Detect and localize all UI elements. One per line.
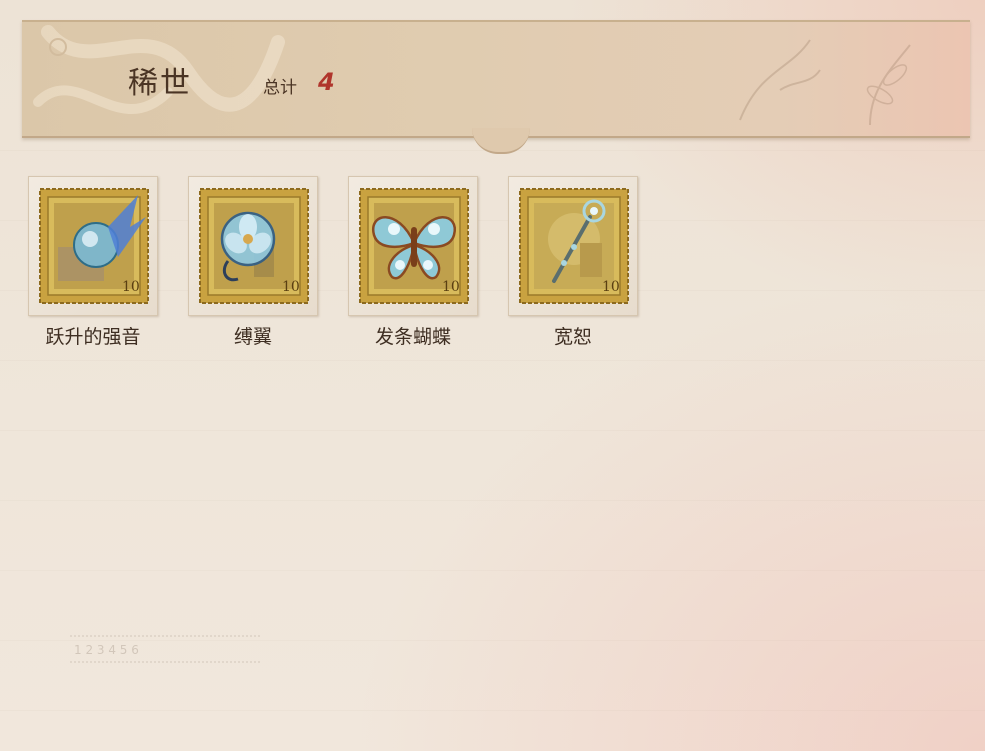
header-tab xyxy=(472,128,530,154)
total-label: 总计 xyxy=(263,78,297,98)
svg-text:10: 10 xyxy=(442,279,460,295)
puzzle-orb-icon: 10 xyxy=(39,188,149,304)
item-card[interactable]: 10 缚翼 xyxy=(188,176,318,348)
item-card[interactable]: 10 宽恕 xyxy=(508,176,638,348)
item-card[interactable]: 10 发条蝴蝶 xyxy=(348,176,478,348)
svg-text:10: 10 xyxy=(122,279,140,295)
item-card-frame: 10 xyxy=(188,176,318,316)
item-card-frame: 10 xyxy=(348,176,478,316)
svg-text:1 2 3 4 5 6: 1 2 3 4 5 6 xyxy=(74,643,139,657)
ruler-decoration: 1 2 3 4 5 6 xyxy=(70,635,260,663)
svg-text:10: 10 xyxy=(602,279,620,295)
category-title: 稀世 xyxy=(128,66,192,101)
item-card-frame: 10 xyxy=(28,176,158,316)
clockwork-butterfly-icon: 10 xyxy=(359,188,469,304)
svg-text:10: 10 xyxy=(282,279,300,295)
item-card-frame: 10 xyxy=(508,176,638,316)
glass-flower-icon: 10 xyxy=(199,188,309,304)
item-card[interactable]: 10 跃升的强音 xyxy=(28,176,158,348)
total-count: 4 xyxy=(318,68,335,96)
item-name: 宽恕 xyxy=(553,326,592,348)
staff-icon: 10 xyxy=(519,188,629,304)
botanical-sketch-icon xyxy=(739,39,911,126)
